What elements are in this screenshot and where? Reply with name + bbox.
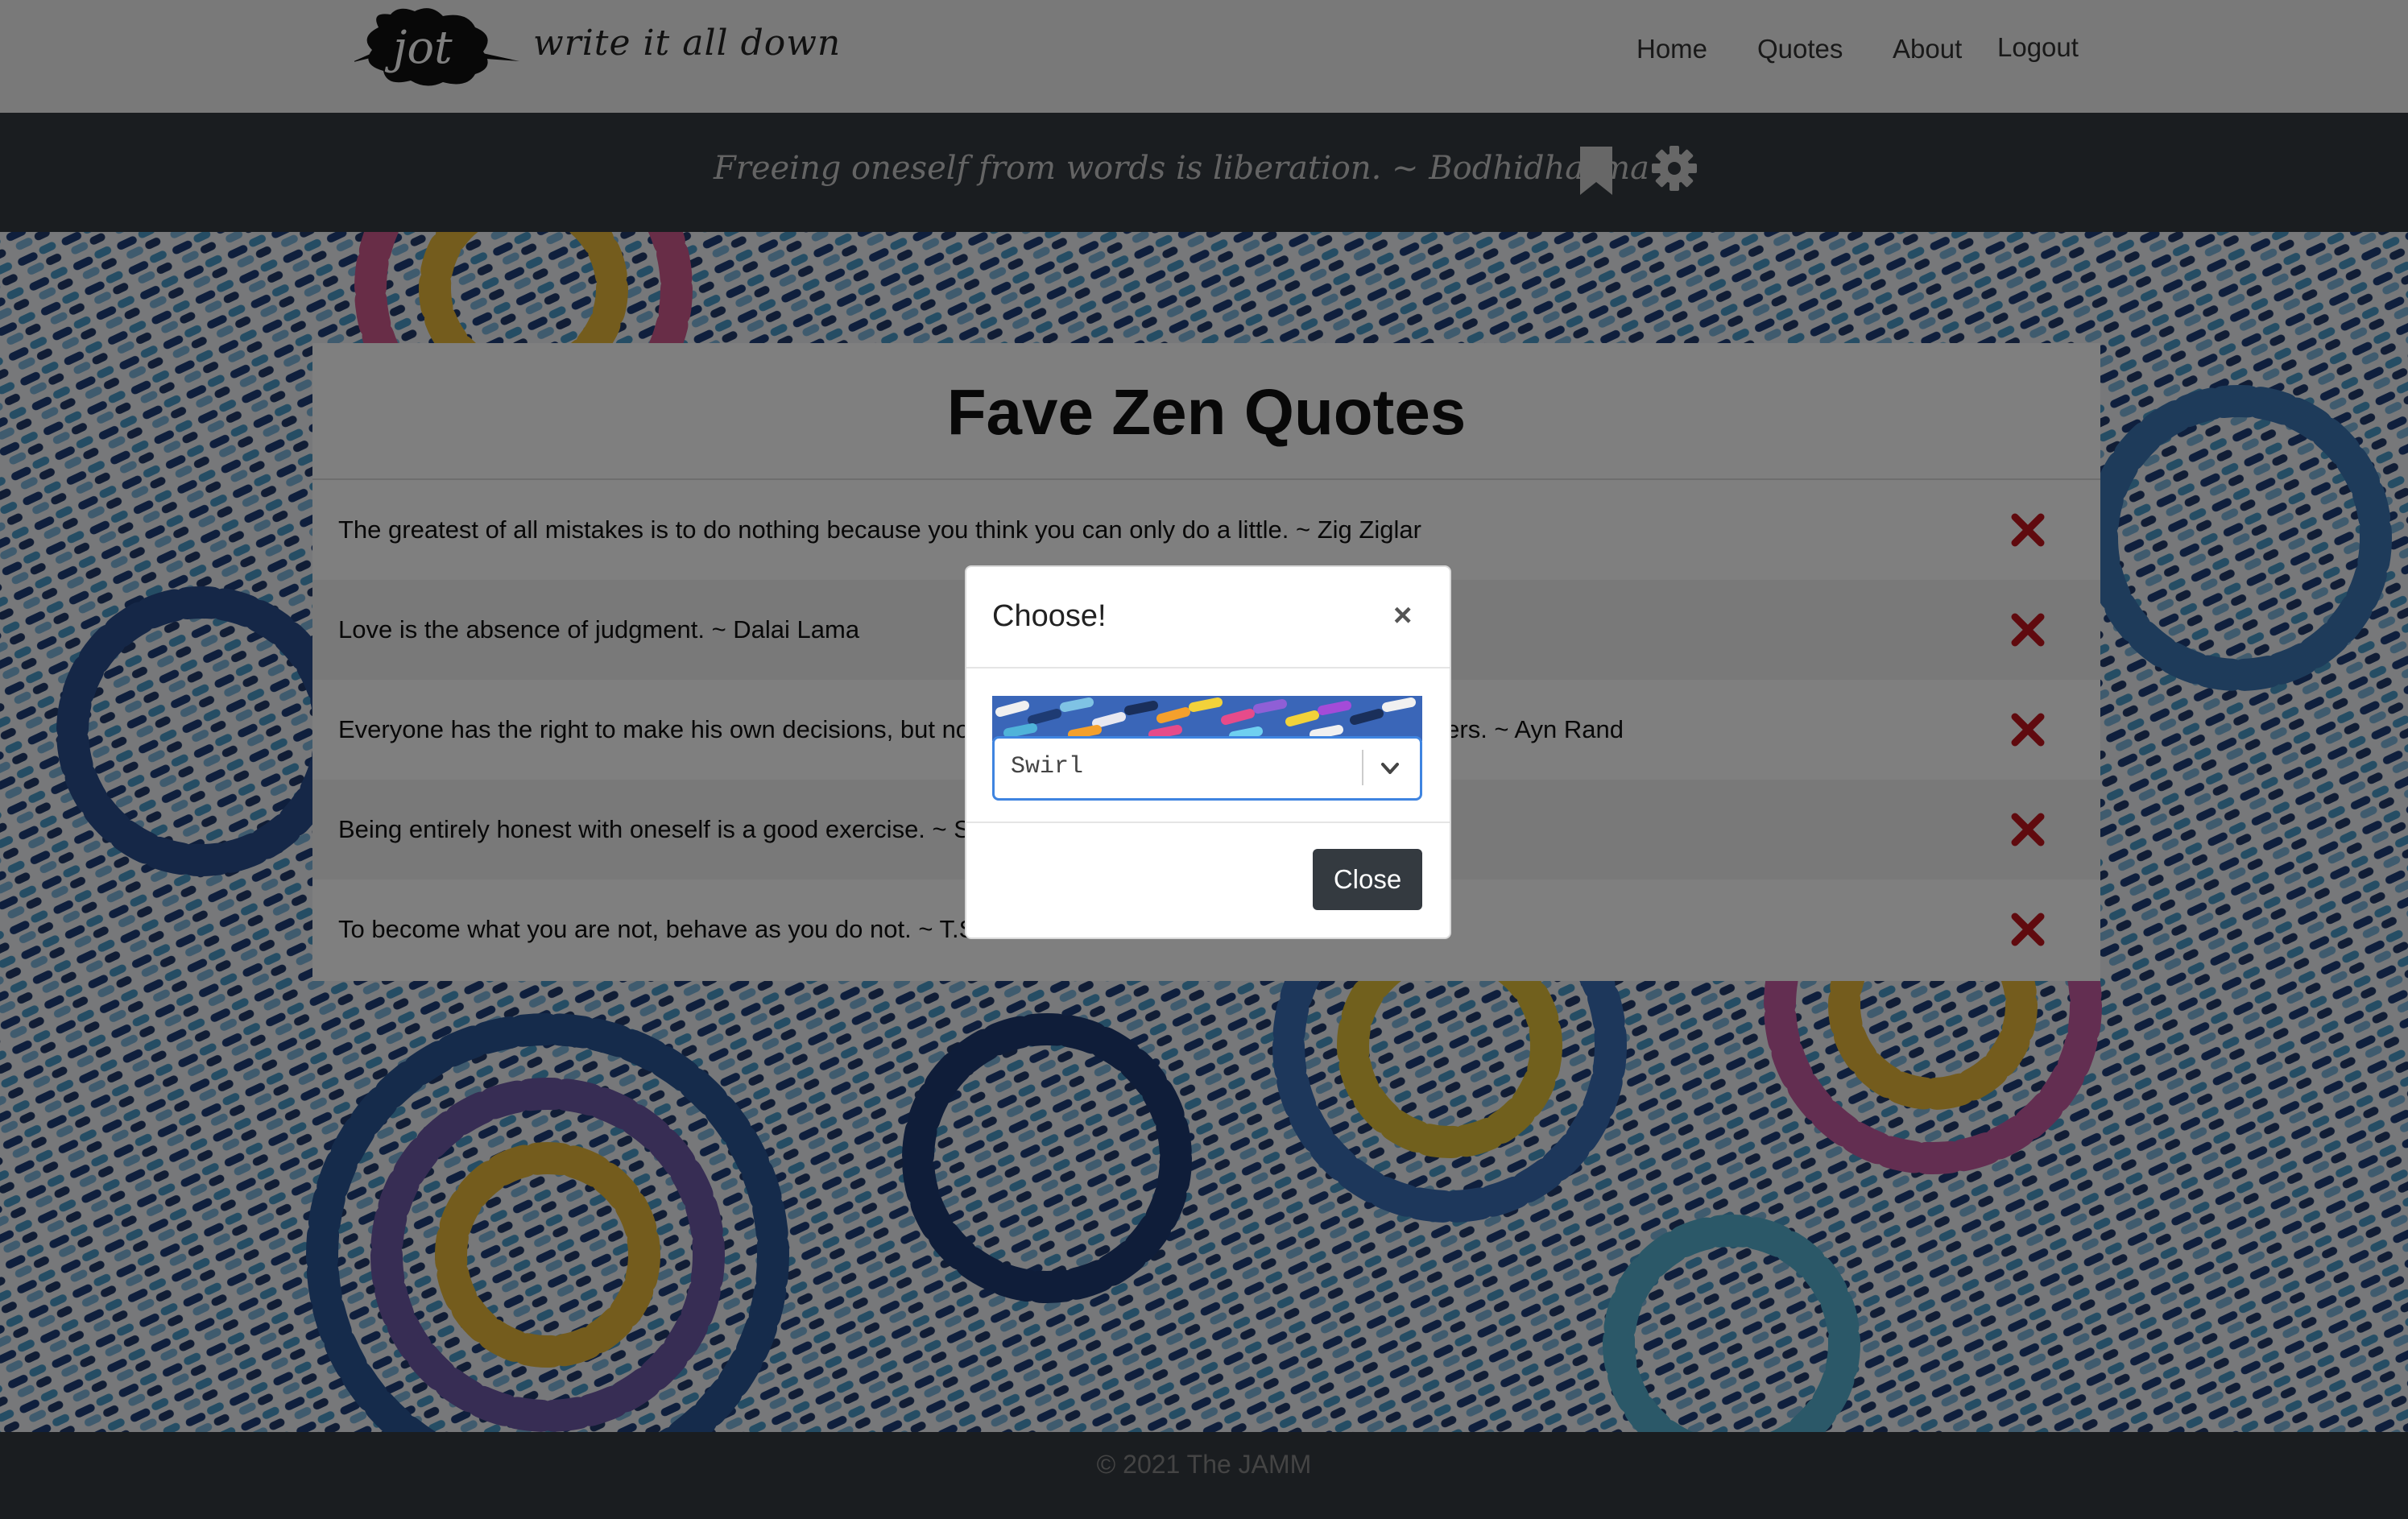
modal-title: Choose!: [992, 599, 1107, 633]
background-select-value: Swirl: [1011, 753, 1084, 780]
select-separator: [1362, 750, 1363, 785]
chevron-down-icon[interactable]: [1378, 756, 1402, 780]
choose-background-modal: Choose! × Swirl Close: [965, 565, 1451, 939]
modal-footer-divider: [966, 822, 1450, 823]
background-select[interactable]: Swirl: [992, 736, 1422, 801]
modal-close-icon[interactable]: ×: [1393, 598, 1412, 634]
modal-header-divider: [966, 667, 1450, 668]
close-button[interactable]: Close: [1313, 849, 1422, 910]
background-preview: [992, 696, 1422, 741]
